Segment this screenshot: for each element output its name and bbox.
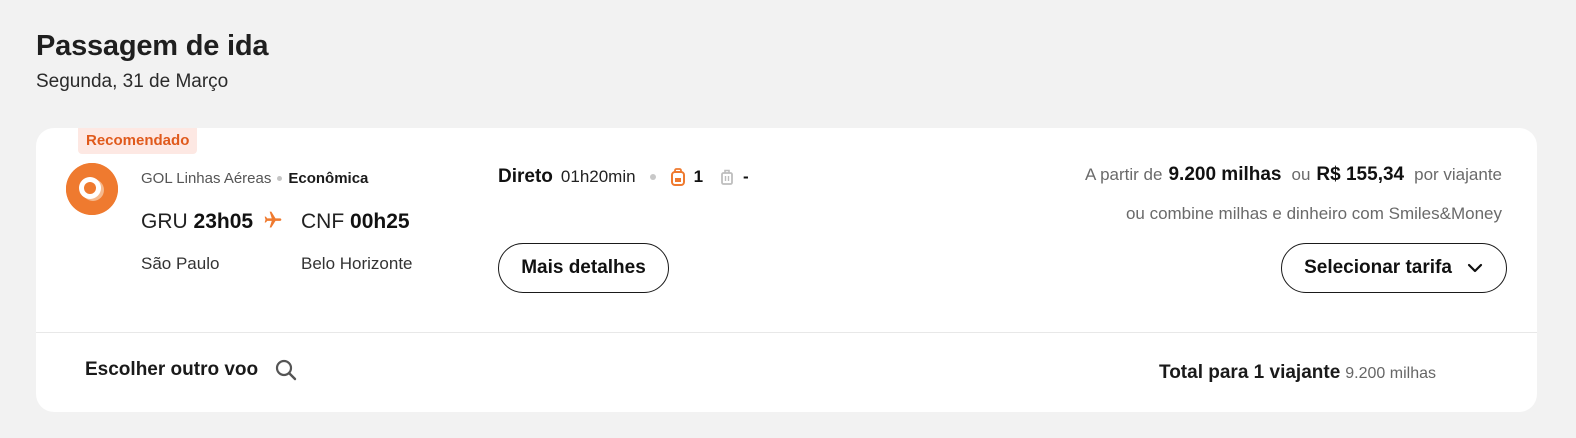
flight-summary: Direto 01h20min 1 - xyxy=(498,166,757,188)
price-suffix: por viajante xyxy=(1414,165,1502,184)
price-summary: A partir de 9.200 milhas ou R$ 155,34 po… xyxy=(1085,164,1502,186)
origin-city: São Paulo xyxy=(141,254,220,273)
divider xyxy=(36,332,1537,333)
choose-other-flight-button[interactable]: Escolher outro voo xyxy=(85,358,298,382)
arrival-time: 00h25 xyxy=(350,210,410,233)
arrival-info: CNF 00h25 xyxy=(301,210,410,234)
backpack-icon xyxy=(670,168,685,186)
more-details-button[interactable]: Mais detalhes xyxy=(498,243,669,293)
chevron-down-icon xyxy=(1467,263,1483,273)
price-miles: 9.200 milhas xyxy=(1168,164,1282,185)
plane-icon xyxy=(264,211,282,228)
page-title: Passagem de ida xyxy=(36,30,269,62)
separator-dot xyxy=(277,176,283,181)
destination-code: CNF xyxy=(301,210,345,233)
departure-time: 23h05 xyxy=(193,210,254,233)
checked-bag-count: - xyxy=(743,167,749,186)
suitcase-icon xyxy=(721,169,733,185)
price-money: R$ 155,34 xyxy=(1316,164,1405,185)
search-icon xyxy=(276,359,297,381)
choose-other-flight-label: Escolher outro voo xyxy=(85,359,259,380)
recommended-badge: Recomendado xyxy=(78,128,198,154)
origin-code: GRU xyxy=(141,210,188,233)
flight-duration: 01h20min xyxy=(560,167,636,186)
total-value: 9.200 milhas xyxy=(1345,365,1436,382)
separator-dot xyxy=(649,174,656,180)
total-label: Total para 1 viajante xyxy=(1159,362,1341,383)
smiles-money-text: ou combine milhas e dinheiro com Smiles&… xyxy=(1125,204,1502,223)
select-fare-button[interactable]: Selecionar tarifa xyxy=(1281,243,1507,293)
stops-label: Direto xyxy=(498,166,553,187)
carry-on-count: 1 xyxy=(693,167,704,186)
airline-logo-icon xyxy=(66,163,118,215)
price-or: ou xyxy=(1291,165,1311,184)
price-prefix: A partir de xyxy=(1084,165,1163,184)
airline-info: GOL Linhas Aéreas Econômica xyxy=(141,170,368,187)
total-summary: Total para 1 viajante 9.200 milhas xyxy=(1159,362,1436,384)
cabin-class: Econômica xyxy=(288,170,369,187)
flight-date: Segunda, 31 de Março xyxy=(36,71,229,92)
destination-city: Belo Horizonte xyxy=(301,254,413,273)
departure-info: GRU 23h05 xyxy=(141,210,253,234)
airline-name: GOL Linhas Aéreas xyxy=(141,170,272,187)
select-fare-label: Selecionar tarifa xyxy=(1304,257,1452,278)
flight-card: Recomendado GOL Linhas Aéreas Econômica … xyxy=(36,128,1537,412)
